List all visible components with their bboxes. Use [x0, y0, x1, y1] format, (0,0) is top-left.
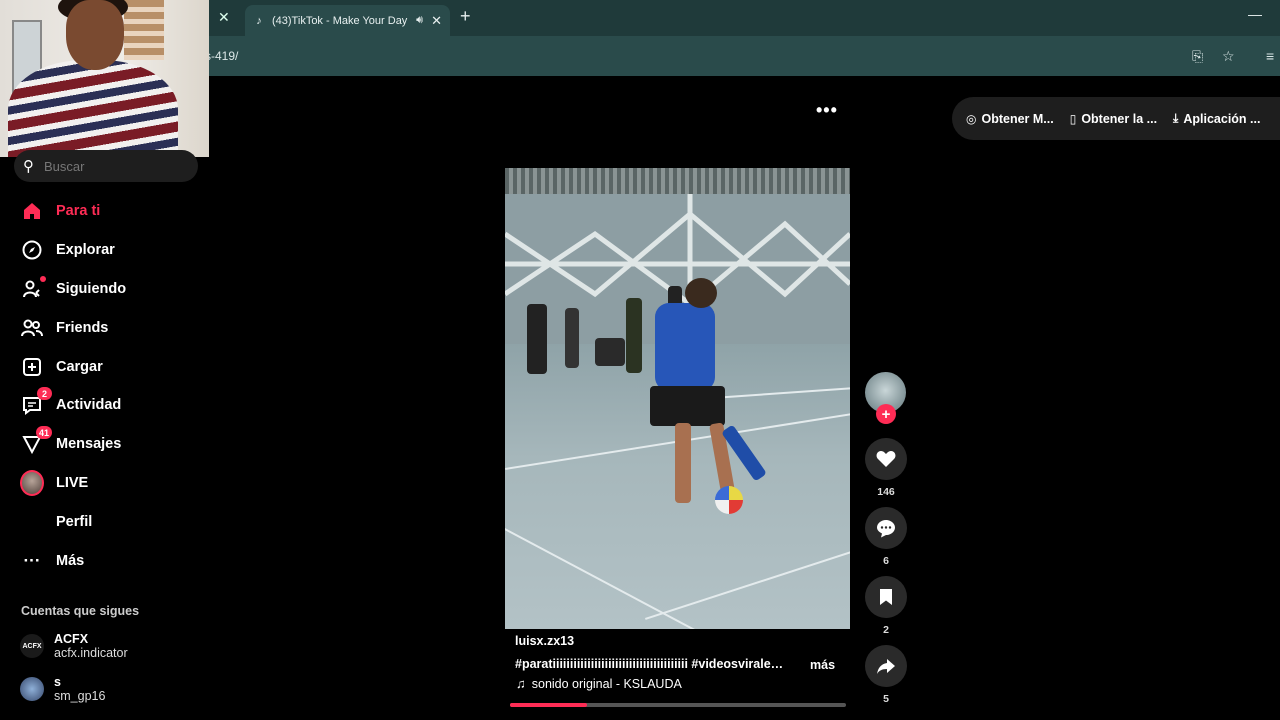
- url-text[interactable]: s-419/: [205, 49, 238, 63]
- account-name: s: [54, 675, 61, 689]
- sidebar-item-explorar[interactable]: Explorar: [0, 231, 209, 270]
- sidebar-item-mas[interactable]: ··· Más: [0, 541, 209, 580]
- following-account[interactable]: s sm_gp16: [20, 675, 105, 703]
- phone-icon: ▯: [1069, 111, 1077, 126]
- video-player[interactable]: [505, 168, 850, 629]
- sidebar-item-para-ti[interactable]: Para ti: [0, 192, 209, 231]
- activity-icon: 2: [20, 387, 52, 417]
- comment-icon: [877, 519, 895, 537]
- caption-more-button[interactable]: más: [810, 658, 835, 672]
- sound-icon[interactable]: 🔊︎: [416, 14, 423, 27]
- coin-icon: ◎: [966, 111, 977, 126]
- save-button[interactable]: [865, 576, 907, 618]
- search-icon: ⚲: [23, 158, 34, 175]
- more-icon: ···: [23, 550, 41, 570]
- sidebar-item-label: Cargar: [56, 358, 103, 375]
- browser-tab-tiktok[interactable]: ♪ (43)TikTok - Make Your Day 🔊︎ ✕: [245, 5, 450, 36]
- sidebar-item-cargar[interactable]: Cargar: [0, 347, 209, 386]
- soccer-ball: [715, 486, 743, 514]
- sidebar-item-label: Mensajes: [56, 436, 122, 453]
- sidebar-item-label: Siguiendo: [56, 280, 127, 297]
- sidebar-item-perfil[interactable]: Perfil: [0, 502, 209, 541]
- reading-list-icon[interactable]: ≡: [1266, 48, 1274, 64]
- activity-badge: 2: [37, 387, 52, 401]
- save-count: 2: [883, 624, 889, 636]
- sound-label: sonido original - KSLAUDA: [531, 676, 682, 691]
- bookmark-icon: [880, 589, 892, 605]
- sidebar-item-label: Friends: [56, 319, 109, 336]
- webcam-overlay: [0, 0, 209, 157]
- plus-icon[interactable]: +: [460, 6, 471, 27]
- get-app-button[interactable]: ▯ Obtener la ...: [1070, 112, 1157, 126]
- avatar: ACFX: [20, 634, 44, 658]
- video-caption: #paratiiiiiiiiiiiiiiiiiiiiiiiiiiiiiiiiii…: [515, 657, 790, 671]
- account-name: ACFX: [54, 632, 89, 646]
- video-username[interactable]: luisx.zx13: [515, 634, 574, 648]
- share-icon: [877, 658, 895, 674]
- following-section-title: Cuentas que sigues: [21, 604, 140, 618]
- sidebar-item-live[interactable]: LIVE: [0, 464, 209, 503]
- sidebar-item-label: Más: [56, 552, 85, 569]
- sidebar-item-label: Actividad: [56, 397, 122, 414]
- account-handle: acfx.indicator: [54, 646, 128, 660]
- share-count: 5: [883, 693, 889, 705]
- download-icon: ⤓: [1173, 111, 1179, 125]
- comment-button[interactable]: [865, 507, 907, 549]
- video-sound[interactable]: ♫ sonido original - KSLAUDA: [516, 676, 682, 691]
- sidebar-item-label: Perfil: [56, 513, 93, 530]
- sidebar-item-label: Para ti: [56, 203, 101, 220]
- share-button[interactable]: [865, 645, 907, 687]
- search-placeholder: Buscar: [44, 158, 85, 174]
- like-button[interactable]: [865, 438, 907, 480]
- sidebar-nav: Para ti Explorar Siguiendo Friends Carga…: [0, 192, 209, 580]
- profile-icon: [20, 510, 44, 534]
- more-options-icon[interactable]: •••: [816, 100, 838, 121]
- comment-count: 6: [883, 555, 889, 567]
- video-progress-bar[interactable]: [510, 703, 846, 707]
- desktop-app-button[interactable]: ⤓ Aplicación ...: [1173, 111, 1260, 126]
- upload-icon: [20, 355, 44, 379]
- music-note-icon: ♫: [516, 676, 526, 691]
- avatar: [20, 677, 44, 701]
- like-count: 146: [877, 486, 895, 498]
- following-account[interactable]: ACFX ACFX acfx.indicator: [20, 632, 128, 660]
- video-progress-fill: [510, 703, 588, 707]
- get-coins-button[interactable]: ◎ Obtener M...: [966, 112, 1054, 126]
- heart-icon: [876, 451, 896, 467]
- top-actions-bar: ◎ Obtener M... ▯ Obtener la ... ⤓ Aplicació…: [952, 97, 1280, 140]
- star-icon[interactable]: ☆: [1222, 48, 1235, 65]
- sidebar-item-friends[interactable]: Friends: [0, 308, 209, 347]
- follow-plus-icon[interactable]: +: [876, 404, 896, 424]
- tiktok-icon: ♪: [256, 14, 262, 27]
- account-handle: sm_gp16: [54, 689, 106, 703]
- search-input[interactable]: ⚲ Buscar: [14, 150, 198, 182]
- sidebar-item-siguiendo[interactable]: Siguiendo: [0, 270, 209, 309]
- friends-icon: [20, 316, 44, 340]
- close-icon[interactable]: ✕: [431, 13, 442, 29]
- tab-title: (43)TikTok - Make Your Day: [272, 14, 408, 27]
- following-icon: [20, 275, 46, 301]
- minimize-icon[interactable]: —: [1248, 6, 1262, 22]
- sidebar-item-label: LIVE: [56, 474, 89, 491]
- sidebar-item-mensajes[interactable]: 41 Mensajes: [0, 425, 209, 464]
- home-icon: [20, 199, 44, 223]
- compass-icon: [20, 238, 44, 262]
- messages-badge: 41: [35, 426, 52, 440]
- sidebar-item-label: Explorar: [56, 242, 115, 259]
- install-icon[interactable]: ⎘: [1192, 48, 1203, 65]
- live-avatar: [20, 469, 44, 496]
- close-icon[interactable]: ✕: [218, 9, 230, 26]
- messages-icon: 41: [20, 426, 52, 456]
- sidebar-item-actividad[interactable]: 2 Actividad: [0, 386, 209, 425]
